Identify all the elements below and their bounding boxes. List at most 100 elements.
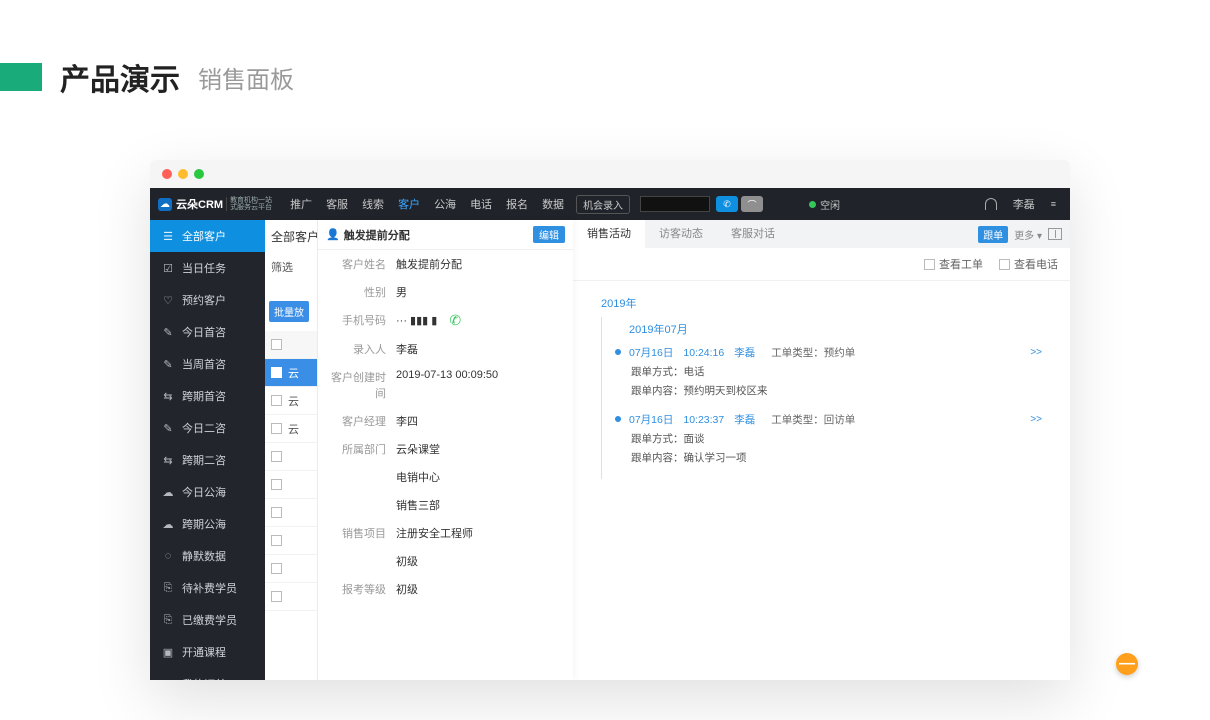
sidebar-item-10[interactable]: ◌静默数据 xyxy=(150,540,265,572)
detail-title: 触发提前分配 xyxy=(344,227,410,243)
help-fab[interactable]: — xyxy=(1116,653,1138,675)
nav-item-6[interactable]: 报名 xyxy=(506,196,528,212)
sidebar-item-12[interactable]: ⎘已缴费学员 xyxy=(150,604,265,636)
detail-label: 客户创建时间 xyxy=(326,369,386,401)
current-user[interactable]: 李磊 xyxy=(1013,196,1035,212)
checkbox[interactable] xyxy=(271,395,282,406)
detail-row: 所属部门云朵课堂 xyxy=(318,435,573,463)
checkbox[interactable] xyxy=(271,423,282,434)
sidebar-item-8[interactable]: ☁今日公海 xyxy=(150,476,265,508)
entry-detail: 跟单内容：预约明天到校区来 xyxy=(629,383,1042,398)
sidebar-item-label: 当周首咨 xyxy=(182,356,226,372)
checkbox[interactable] xyxy=(271,535,282,546)
list-row[interactable]: 云 xyxy=(265,387,317,415)
list-row[interactable] xyxy=(265,471,317,499)
nav-item-1[interactable]: 客服 xyxy=(326,196,348,212)
entry-expand[interactable]: >> xyxy=(1030,347,1042,358)
bulk-release-button[interactable]: 批量放 xyxy=(269,301,309,322)
customer-list-panel: 全部客户 筛选 批量放 云 云 云 xyxy=(265,220,318,680)
detail-row: 客户姓名触发提前分配 xyxy=(318,250,573,278)
slide-subtitle: 销售面板 xyxy=(198,60,294,95)
list-row[interactable]: 云 xyxy=(265,359,317,387)
bell-icon[interactable] xyxy=(985,198,997,210)
search-input[interactable] xyxy=(640,196,710,212)
list-row[interactable] xyxy=(265,555,317,583)
more-dropdown[interactable]: 更多 ▾ xyxy=(1014,227,1042,242)
sidebar-icon: ☑ xyxy=(162,262,174,275)
sidebar-item-4[interactable]: ✎当周首咨 xyxy=(150,348,265,380)
entry-dot-icon xyxy=(615,349,621,355)
nav-item-5[interactable]: 电话 xyxy=(470,196,492,212)
detail-row: 报考等级初级 xyxy=(318,575,573,603)
checkbox[interactable] xyxy=(271,591,282,602)
checkbox[interactable] xyxy=(271,339,282,350)
list-row[interactable] xyxy=(265,443,317,471)
user-menu-icon[interactable]: ≡ xyxy=(1051,199,1056,209)
timeline-entry[interactable]: 07月16日10:23:37李磊工单类型：回访单>>跟单方式：面谈跟单内容：确认… xyxy=(629,412,1052,465)
accent-block xyxy=(0,63,42,91)
sidebar-item-label: 跨期首咨 xyxy=(182,388,226,404)
filter-call[interactable]: 查看电话 xyxy=(999,256,1058,272)
nav-item-0[interactable]: 推广 xyxy=(290,196,312,212)
nav-item-4[interactable]: 公海 xyxy=(434,196,456,212)
checkbox[interactable] xyxy=(271,367,282,378)
list-row[interactable]: 云 xyxy=(265,415,317,443)
close-icon[interactable] xyxy=(162,169,172,179)
detail-row: 性别男 xyxy=(318,278,573,306)
filter-ticket[interactable]: 查看工单 xyxy=(924,256,983,272)
sidebar-item-6[interactable]: ✎今日二咨 xyxy=(150,412,265,444)
sidebar-item-13[interactable]: ▣开通课程 xyxy=(150,636,265,668)
checkbox[interactable] xyxy=(271,507,282,518)
sidebar-item-3[interactable]: ✎今日首咨 xyxy=(150,316,265,348)
nav-item-2[interactable]: 线索 xyxy=(362,196,384,212)
detail-label xyxy=(326,553,386,569)
checkbox[interactable] xyxy=(271,479,282,490)
sidebar-item-14[interactable]: ≣我的订单 xyxy=(150,668,265,680)
call-button[interactable]: ✆ xyxy=(716,196,738,212)
nav-right: 李磊 ≡ xyxy=(985,196,1070,212)
list-title: 全部客户 xyxy=(265,220,317,253)
nav-item-7[interactable]: 数据 xyxy=(542,196,564,212)
sidebar-item-9[interactable]: ☁跨期公海 xyxy=(150,508,265,540)
detail-row: 客户创建时间2019-07-13 00:09:50 xyxy=(318,363,573,407)
nav-item-3[interactable]: 客户 xyxy=(398,196,420,212)
checkbox[interactable] xyxy=(271,451,282,462)
sidebar-item-0[interactable]: ☰全部客户 xyxy=(150,220,265,252)
sidebar-item-2[interactable]: ♡预约客户 xyxy=(150,284,265,316)
zoom-icon[interactable] xyxy=(194,169,204,179)
checkbox[interactable] xyxy=(271,563,282,574)
minimize-icon[interactable] xyxy=(178,169,188,179)
sidebar-item-5[interactable]: ⇆跨期首咨 xyxy=(150,380,265,412)
cloud-icon: ☁ xyxy=(158,198,172,211)
sidebar-item-label: 静默数据 xyxy=(182,548,226,564)
list-row[interactable] xyxy=(265,527,317,555)
list-row[interactable] xyxy=(265,499,317,527)
activity-tab-0[interactable]: 销售活动 xyxy=(573,220,645,248)
entry-expand[interactable]: >> xyxy=(1030,414,1042,425)
status-indicator[interactable]: 空闲 xyxy=(809,197,840,212)
list-row[interactable] xyxy=(265,583,317,611)
timeline-entry[interactable]: 07月16日10:24:16李磊工单类型：预约单>>跟单方式：电话跟单内容：预约… xyxy=(629,345,1052,398)
sidebar-item-7[interactable]: ⇆跨期二咨 xyxy=(150,444,265,476)
detail-row: 手机号码··· ▮▮▮ ▮✆ xyxy=(318,306,573,335)
layout-toggle-icon[interactable] xyxy=(1048,228,1062,240)
detail-label: 录入人 xyxy=(326,341,386,357)
list-filter-label[interactable]: 筛选 xyxy=(265,253,317,281)
activity-tab-1[interactable]: 访客动态 xyxy=(645,220,717,248)
timeline-year: 2019年 xyxy=(601,295,1052,311)
opportunity-button[interactable]: 机会录入 xyxy=(576,195,630,214)
hangup-button[interactable]: ⌒ xyxy=(741,196,763,212)
sidebar-item-11[interactable]: ⎘待补费学员 xyxy=(150,572,265,604)
logo[interactable]: ☁ 云朵CRM 教育机构一站式服务云平台 xyxy=(150,196,280,212)
activity-tab-2[interactable]: 客服对话 xyxy=(717,220,789,248)
follow-tag[interactable]: 跟单 xyxy=(978,226,1008,243)
activity-filters: 查看工单 查看电话 xyxy=(573,248,1070,281)
sidebar-item-label: 我的订单 xyxy=(182,676,226,680)
checkbox[interactable] xyxy=(924,259,935,270)
detail-row: 销售项目注册安全工程师 xyxy=(318,519,573,547)
sidebar: ☰全部客户☑当日任务♡预约客户✎今日首咨✎当周首咨⇆跨期首咨✎今日二咨⇆跨期二咨… xyxy=(150,220,265,680)
edit-button[interactable]: 编辑 xyxy=(533,226,565,243)
checkbox[interactable] xyxy=(999,259,1010,270)
sidebar-item-1[interactable]: ☑当日任务 xyxy=(150,252,265,284)
phone-icon[interactable]: ✆ xyxy=(449,312,461,329)
